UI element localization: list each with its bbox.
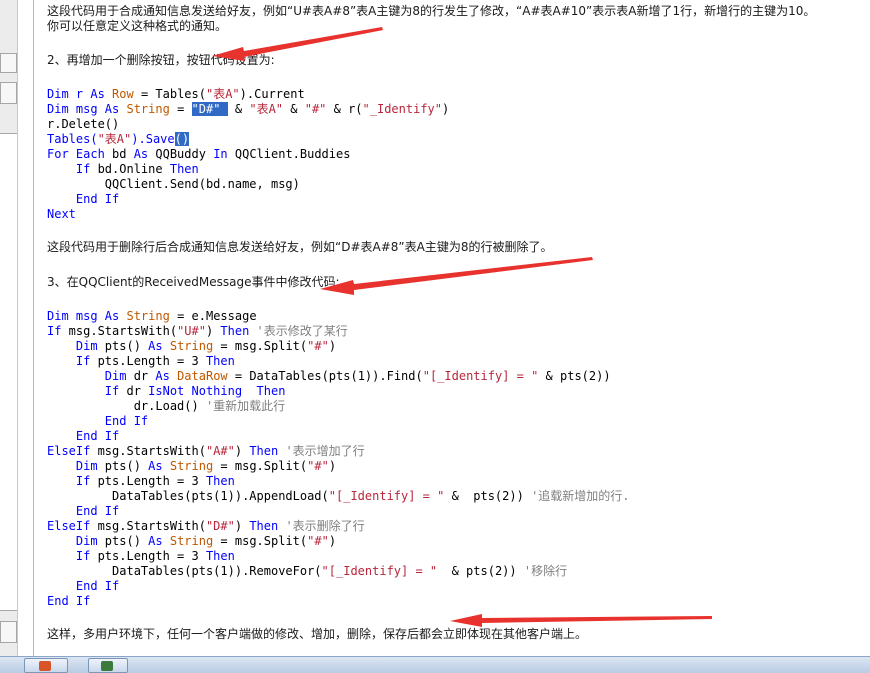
- annotation-arrow-1: [212, 27, 383, 61]
- app-icon: [39, 661, 51, 671]
- taskbar-button-app[interactable]: [24, 658, 68, 673]
- annotation-arrows: [212, 27, 712, 627]
- taskbar: [0, 656, 870, 673]
- taskbar-button-window[interactable]: [88, 658, 128, 673]
- window-icon: [101, 661, 113, 671]
- annotation-arrow-2: [320, 257, 593, 295]
- annotation-arrow-3: [450, 614, 712, 627]
